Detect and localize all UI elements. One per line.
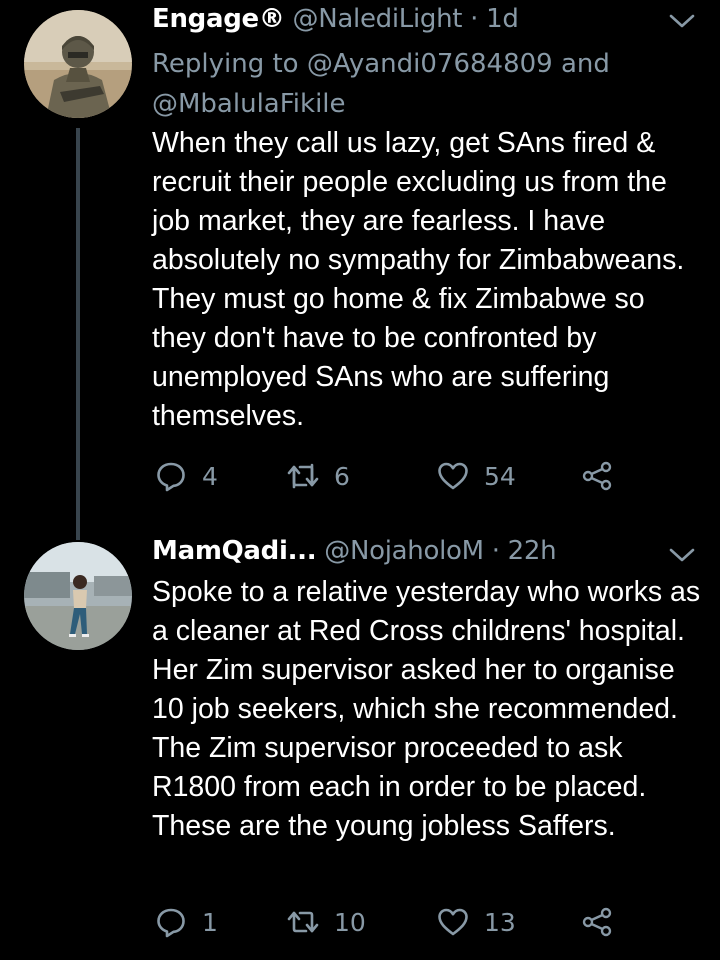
tweet-actions: 1 10 13 (152, 902, 692, 942)
timestamp[interactable]: 22h (508, 536, 557, 566)
share-button[interactable] (580, 456, 614, 496)
timestamp[interactable]: 1d (486, 4, 519, 34)
soldier-avatar-image (24, 10, 132, 118)
thread-line (76, 128, 80, 540)
retweet-icon (286, 905, 320, 939)
share-button[interactable] (580, 902, 614, 942)
retweet-count: 10 (334, 907, 366, 937)
retweet-count: 6 (334, 461, 350, 491)
retweet-button[interactable]: 10 (286, 902, 366, 942)
like-count: 13 (484, 907, 516, 937)
separator-dot: · (491, 536, 500, 566)
retweet-icon (286, 459, 320, 493)
reply-button[interactable]: 4 (154, 456, 218, 496)
tweet-actions: 4 6 54 (152, 456, 692, 496)
tweet-header: MamQadi... @NojaholoM · 22h (152, 536, 660, 566)
reply-icon (154, 459, 188, 493)
tweet[interactable]: MamQadi... @NojaholoM · 22h Spoke to a r… (0, 536, 720, 960)
heart-icon (436, 459, 470, 493)
like-button[interactable]: 54 (436, 456, 516, 496)
tweet-header: Engage® @NalediLight · 1d (152, 4, 660, 34)
display-name[interactable]: MamQadi... (152, 536, 317, 566)
retweet-button[interactable]: 6 (286, 456, 350, 496)
display-name[interactable]: Engage® (152, 4, 285, 34)
chevron-down-icon[interactable] (668, 545, 696, 565)
reply-icon (154, 905, 188, 939)
username[interactable]: @NalediLight (293, 4, 463, 34)
reply-count: 1 (202, 907, 218, 937)
avatar[interactable] (24, 542, 132, 650)
username[interactable]: @NojaholoM (324, 536, 484, 566)
reply-count: 4 (202, 461, 218, 491)
chevron-down-icon[interactable] (668, 11, 696, 31)
heart-icon (436, 905, 470, 939)
like-count: 54 (484, 461, 516, 491)
tweet-text: When they call us lazy, get SAns fired &… (152, 127, 685, 432)
reply-button[interactable]: 1 (154, 902, 218, 942)
like-button[interactable]: 13 (436, 902, 516, 942)
share-icon (580, 459, 614, 493)
separator-dot: · (470, 4, 479, 34)
avatar[interactable] (24, 10, 132, 118)
person-outdoors-avatar-image (24, 542, 132, 650)
share-icon (580, 905, 614, 939)
tweet-text: Spoke to a relative yesterday who works … (152, 576, 701, 842)
replying-to[interactable]: Replying to @Ayandi07684809 and @Mbalula… (152, 44, 692, 124)
tweet[interactable]: Engage® @NalediLight · 1d Replying to @A… (0, 0, 720, 540)
